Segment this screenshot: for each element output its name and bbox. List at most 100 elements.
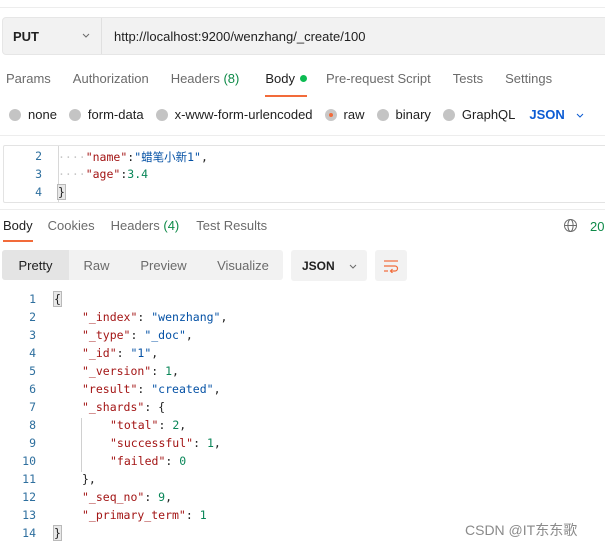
line-number: 3	[35, 167, 42, 181]
body-format-label: JSON	[529, 107, 565, 122]
body-active-dot-icon	[299, 75, 307, 82]
json-key: "age"	[85, 167, 121, 181]
view-raw[interactable]: Raw	[69, 250, 124, 280]
punctuation: ,	[151, 346, 159, 360]
globe-icon[interactable]	[563, 218, 578, 233]
line-number: 12	[22, 490, 36, 504]
json-key: "successful"	[110, 436, 194, 450]
punctuation: :	[130, 328, 145, 342]
tab-params[interactable]: Params	[6, 71, 51, 95]
headers-count: (4)	[163, 218, 180, 233]
whitespace-dots: ····	[58, 167, 86, 181]
punctuation: ,	[172, 364, 179, 378]
radio-circle-icon	[376, 108, 389, 121]
punctuation: ,	[220, 310, 228, 324]
punctuation: ,	[213, 382, 221, 396]
line-number: 1	[29, 292, 36, 306]
tab-body[interactable]: Body	[265, 71, 307, 97]
punctuation: :	[193, 436, 207, 450]
view-preview[interactable]: Preview	[124, 250, 203, 280]
comma: ,	[200, 150, 208, 164]
punctuation: },	[82, 472, 96, 486]
json-number: 1	[165, 364, 173, 378]
json-string: "wenzhang"	[151, 310, 221, 324]
json-string: "_doc"	[144, 328, 186, 342]
punctuation: :	[137, 382, 152, 396]
tab-settings[interactable]: Settings	[505, 71, 552, 95]
tab-label: Body	[265, 71, 295, 86]
divider	[0, 135, 605, 136]
radio-circle-icon	[68, 108, 81, 121]
request-body-editor[interactable]: 2 ····"name":"蜡笔小新1", 3 ····"age":3.4 4 …	[3, 145, 605, 203]
json-string: "created"	[151, 382, 214, 396]
radio-x-www-form-urlencoded[interactable]: x-www-form-urlencoded	[155, 107, 313, 122]
wrap-lines-button[interactable]	[375, 250, 407, 281]
line-number: 13	[22, 508, 36, 522]
punctuation: }	[53, 525, 62, 541]
radio-graphql[interactable]: GraphQL	[442, 107, 515, 122]
punctuation: ,	[185, 328, 193, 342]
line-number: 14	[22, 526, 36, 540]
request-tabs: Params Authorization Headers (8) Body Pr…	[6, 71, 573, 97]
line-number: 5	[29, 364, 36, 378]
radio-checked-icon	[324, 108, 337, 121]
body-format-select[interactable]: JSON	[529, 107, 584, 122]
line-number: 4	[29, 346, 36, 360]
radio-none[interactable]: none	[9, 107, 57, 122]
json-key: "_seq_no"	[82, 490, 145, 504]
tab-test-results[interactable]: Test Results	[196, 218, 267, 240]
tab-label: Test Results	[196, 218, 268, 233]
radio-label: form-data	[87, 107, 144, 122]
radio-form-data[interactable]: form-data	[68, 107, 144, 122]
json-key: "total"	[110, 418, 159, 432]
wrap-lines-icon	[384, 259, 399, 273]
json-number: 1	[199, 508, 207, 522]
radio-label: x-www-form-urlencoded	[174, 107, 313, 122]
line-number: 6	[29, 382, 36, 396]
punctuation: :	[158, 418, 173, 432]
tab-cookies[interactable]: Cookies	[48, 218, 95, 240]
headers-count: (8)	[223, 71, 240, 86]
tab-tests[interactable]: Tests	[453, 71, 483, 95]
tab-label: Headers	[110, 218, 160, 233]
tab-pre-request-script[interactable]: Pre-request Script	[326, 71, 431, 95]
radio-raw[interactable]: raw	[324, 107, 365, 122]
response-format-select[interactable]: JSON	[291, 250, 367, 281]
chevron-down-icon	[576, 113, 584, 118]
editor-line: 2 ····"name":"蜡笔小新1",	[4, 149, 605, 167]
chevron-down-icon	[82, 33, 90, 38]
response-view-modes: Pretty Raw Preview Visualize	[2, 250, 283, 280]
radio-circle-icon	[155, 108, 168, 121]
tab-response-body[interactable]: Body	[3, 218, 33, 242]
json-value: 3.4	[127, 167, 149, 181]
line-number: 4	[35, 185, 42, 199]
punctuation: ,	[179, 418, 187, 432]
json-string: "1"	[130, 346, 152, 360]
response-tabs: Body Cookies Headers (4) Test Results	[3, 218, 283, 242]
json-number: 0	[179, 454, 187, 468]
tab-authorization[interactable]: Authorization	[73, 71, 149, 95]
json-key: "_shards"	[82, 400, 145, 414]
request-url-bar: PUT http://localhost:9200/wenzhang/_crea…	[2, 17, 605, 55]
view-pretty[interactable]: Pretty	[2, 250, 69, 280]
editor-line: 4 }	[4, 184, 605, 203]
line-number: 10	[22, 454, 36, 468]
url-input[interactable]: http://localhost:9200/wenzhang/_create/1…	[102, 29, 366, 44]
tab-label: Headers	[170, 71, 220, 86]
view-visualize[interactable]: Visualize	[203, 250, 283, 280]
method-select[interactable]: PUT	[3, 18, 102, 54]
json-key: "name"	[85, 150, 128, 164]
tab-label: Pre-request Script	[325, 71, 431, 86]
editor-line: 3 ····"age":3.4	[4, 167, 605, 185]
tab-headers[interactable]: Headers (8)	[171, 71, 240, 95]
line-number: 8	[29, 418, 36, 432]
whitespace-dots: ····	[58, 150, 86, 164]
json-number: 1	[206, 436, 214, 450]
tab-label: Cookies	[47, 218, 95, 233]
radio-binary[interactable]: binary	[376, 107, 431, 122]
watermark: CSDN @IT东东歌	[465, 522, 578, 538]
tab-response-headers[interactable]: Headers (4)	[111, 218, 180, 240]
indent-guide	[81, 418, 82, 472]
punctuation: : {	[144, 400, 166, 414]
closing-brace: }	[57, 184, 66, 200]
